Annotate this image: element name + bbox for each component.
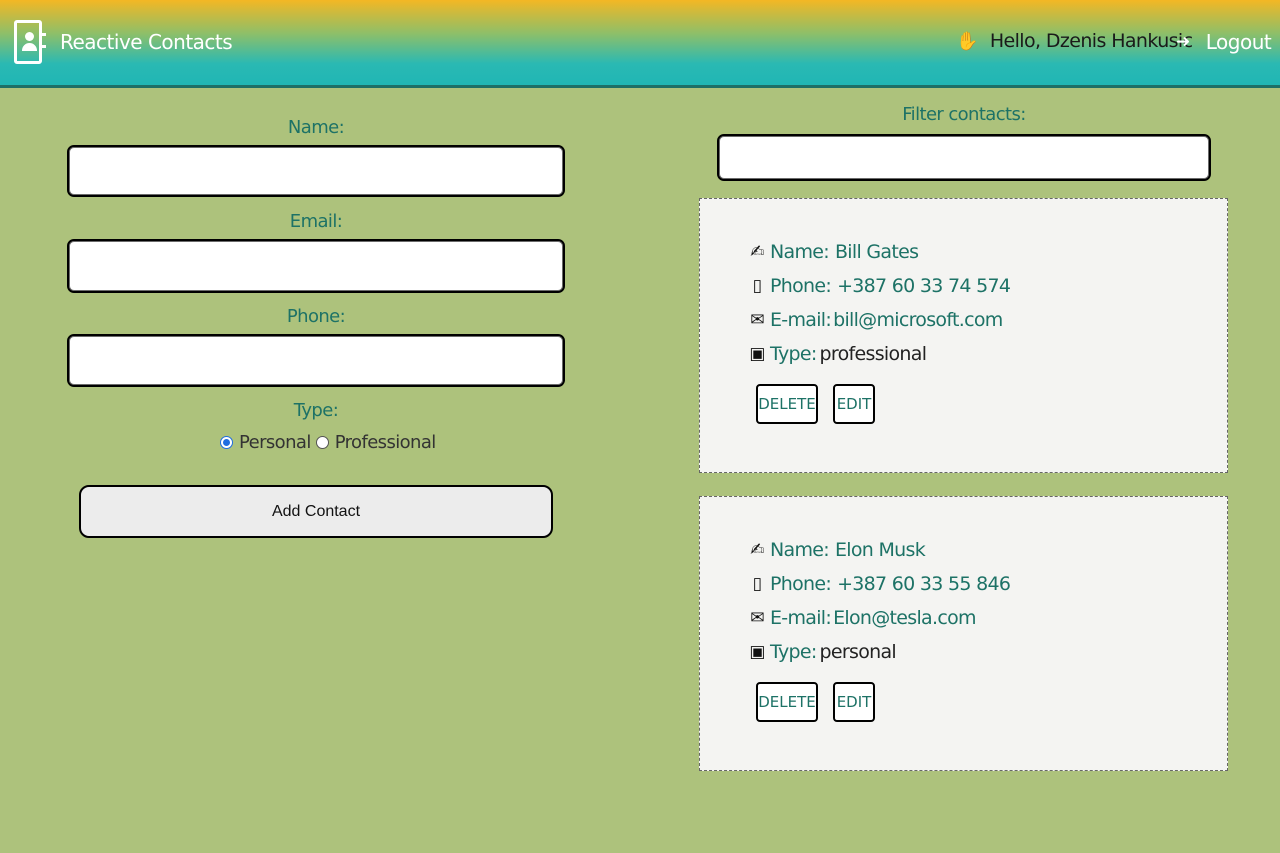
- type-radio-personal[interactable]: [220, 436, 233, 449]
- type-radio-professional[interactable]: [315, 436, 329, 449]
- contact-phone-row: ▯ Phone: +387 60 33 55 846: [748, 573, 1011, 595]
- contact-type-row: ▣ Type: personal: [748, 641, 896, 663]
- type-radio-group: Personal Professional: [220, 432, 436, 453]
- top-navbar: Reactive Contacts ✋ Hello, Dzenis Hankus…: [0, 0, 1280, 88]
- app-title: Reactive Contacts: [60, 30, 233, 54]
- sign-out-icon: ➜: [1176, 32, 1190, 52]
- name-label: Name:: [287, 117, 345, 138]
- contact-email-row: ✉ E-mail: bill@microsoft.com: [748, 309, 1003, 331]
- delete-contact-button[interactable]: DELETE: [756, 384, 818, 424]
- contact-email-value: Elon@tesla.com: [833, 607, 976, 629]
- name-field-wrapper: [67, 145, 565, 197]
- edit-signature-icon: ✍: [750, 540, 764, 560]
- contact-type-value: personal: [819, 641, 897, 663]
- filter-label: Filter contacts:: [902, 104, 1026, 125]
- contact-card: ✍ Name: Bill Gates ▯ Phone: +387 60 33 7…: [699, 198, 1228, 473]
- waving-hand-icon: ✋: [956, 30, 978, 52]
- id-card-icon: ▣: [749, 642, 765, 662]
- contact-phone-value: +387 60 33 74 574: [837, 275, 1011, 297]
- contact-phone-value: +387 60 33 55 846: [837, 573, 1011, 595]
- name-input[interactable]: [69, 147, 563, 195]
- type-label: Type:: [293, 400, 339, 421]
- add-contact-button[interactable]: Add Contact: [79, 485, 553, 538]
- filter-input[interactable]: [719, 136, 1209, 179]
- mobile-phone-icon: ▯: [752, 574, 762, 594]
- id-card-icon: ▣: [749, 344, 765, 364]
- email-label: Email:: [289, 211, 343, 232]
- phone-input[interactable]: [69, 336, 563, 385]
- logout-link[interactable]: ➜ Logout: [1176, 30, 1272, 54]
- contact-name-key: Name:: [770, 241, 830, 263]
- contact-type-row: ▣ Type: professional: [748, 343, 927, 365]
- email-input[interactable]: [69, 241, 563, 291]
- contact-name-row: ✍ Name: Bill Gates: [748, 241, 919, 263]
- filter-field-wrapper: [717, 134, 1211, 181]
- mobile-phone-icon: ▯: [752, 276, 762, 296]
- type-option-personal-label: Personal: [239, 432, 311, 453]
- contact-type-key: Type:: [770, 641, 817, 663]
- contact-type-value: professional: [819, 343, 927, 365]
- edit-contact-button[interactable]: EDIT: [833, 682, 875, 722]
- contact-name-value: Elon Musk: [834, 539, 926, 561]
- envelope-icon: ✉: [750, 608, 764, 628]
- user-greeting: ✋ Hello, Dzenis Hankusic: [956, 30, 1193, 52]
- contact-email-value: bill@microsoft.com: [833, 309, 1003, 331]
- phone-field-wrapper: [67, 334, 565, 387]
- contact-type-key: Type:: [770, 343, 817, 365]
- phone-label: Phone:: [286, 306, 346, 327]
- edit-contact-button[interactable]: EDIT: [833, 384, 875, 424]
- contact-phone-key: Phone:: [770, 573, 832, 595]
- email-field-wrapper: [67, 239, 565, 293]
- contact-name-value: Bill Gates: [834, 241, 919, 263]
- contact-name-row: ✍ Name: Elon Musk: [748, 539, 925, 561]
- contact-name-key: Name:: [770, 539, 830, 561]
- address-book-icon: [14, 20, 46, 64]
- contact-email-row: ✉ E-mail: Elon@tesla.com: [748, 607, 976, 629]
- edit-signature-icon: ✍: [750, 242, 764, 262]
- envelope-icon: ✉: [750, 310, 764, 330]
- greeting-text: Hello, Dzenis Hankusic: [989, 30, 1193, 52]
- type-option-professional-label: Professional: [334, 432, 437, 453]
- contact-phone-row: ▯ Phone: +387 60 33 74 574: [748, 275, 1011, 297]
- contact-email-key: E-mail:: [770, 309, 832, 331]
- contact-card: ✍ Name: Elon Musk ▯ Phone: +387 60 33 55…: [699, 496, 1228, 771]
- brand[interactable]: Reactive Contacts: [14, 20, 233, 64]
- contact-phone-key: Phone:: [770, 275, 832, 297]
- contact-email-key: E-mail:: [770, 607, 832, 629]
- delete-contact-button[interactable]: DELETE: [756, 682, 818, 722]
- logout-label: Logout: [1205, 30, 1272, 54]
